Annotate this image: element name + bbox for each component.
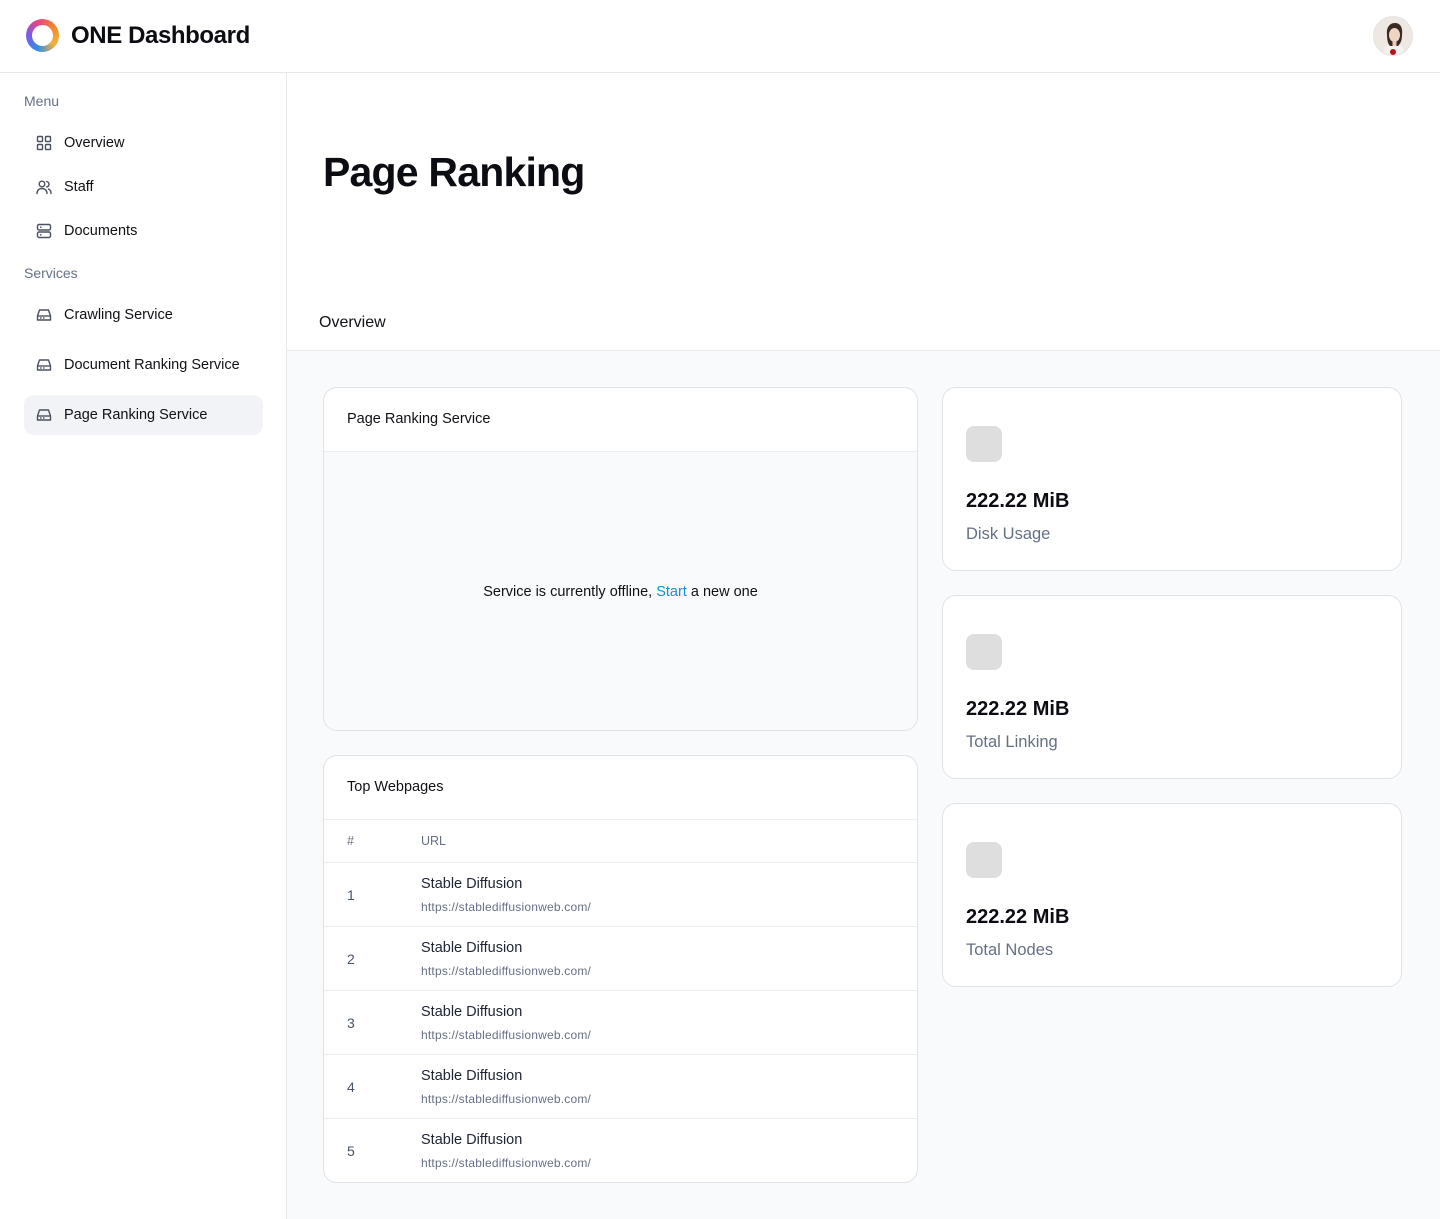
drive-icon xyxy=(36,307,52,323)
ring-logo-icon[interactable] xyxy=(26,19,59,52)
placeholder-icon xyxy=(966,634,1002,670)
sidebar-item-overview[interactable]: Overview xyxy=(24,123,263,163)
sidebar-item-label: Overview xyxy=(64,135,125,151)
stat-card-total-linking: 222.22 MiB Total Linking xyxy=(942,595,1402,779)
sidebar-item-staff[interactable]: Staff xyxy=(24,167,263,207)
status-text-before: Service is currently offline, xyxy=(483,583,657,600)
column-header-url: URL xyxy=(421,834,447,848)
row-rank: 1 xyxy=(347,887,355,903)
top-bar: ONE Dashboard xyxy=(0,0,1440,73)
stat-value: 222.22 MiB xyxy=(966,698,1070,720)
row-page-name: Stable Diffusion xyxy=(421,1068,523,1084)
stat-value: 222.22 MiB xyxy=(966,490,1070,512)
row-page-name: Stable Diffusion xyxy=(421,876,523,892)
stat-card-disk-usage: 222.22 MiB Disk Usage xyxy=(942,387,1402,571)
table-row[interactable]: 3 Stable Diffusion https://stablediffusi… xyxy=(324,991,917,1055)
drive-icon xyxy=(36,407,52,423)
tab-bar: Overview xyxy=(287,301,1440,351)
table-header: # URL xyxy=(324,819,917,863)
table-row[interactable]: 1 Stable Diffusion https://stablediffusi… xyxy=(324,863,917,927)
table-row[interactable]: 5 Stable Diffusion https://stablediffusi… xyxy=(324,1119,917,1182)
placeholder-icon xyxy=(966,842,1002,878)
avatar[interactable] xyxy=(1373,16,1413,56)
start-service-link[interactable]: Start xyxy=(656,584,687,600)
grid-icon xyxy=(36,135,52,151)
card-title: Page Ranking Service xyxy=(347,411,491,427)
content-area: Page Ranking Service Service is currentl… xyxy=(287,351,1440,1219)
stat-label: Total Nodes xyxy=(966,941,1054,959)
sidebar-item-label: Staff xyxy=(64,179,94,195)
row-page-name: Stable Diffusion xyxy=(421,940,523,956)
row-url[interactable]: https://stablediffusionweb.com/ xyxy=(421,1156,591,1170)
sidebar-item-label: Documents xyxy=(64,223,138,239)
card-title: Top Webpages xyxy=(347,779,444,795)
sidebar-section-menu: Menu xyxy=(24,93,60,109)
top-webpages-card: Top Webpages # URL 1 Stable Diffusion ht… xyxy=(323,755,918,1183)
row-rank: 2 xyxy=(347,951,355,967)
stat-card-total-nodes: 222.22 MiB Total Nodes xyxy=(942,803,1402,987)
row-page-name: Stable Diffusion xyxy=(421,1132,523,1148)
placeholder-icon xyxy=(966,426,1002,462)
sidebar-item-label: Crawling Service xyxy=(64,307,173,323)
drive-icon xyxy=(36,357,52,373)
row-rank: 3 xyxy=(347,1015,355,1031)
server-icon xyxy=(36,223,52,239)
row-url[interactable]: https://stablediffusionweb.com/ xyxy=(421,1092,591,1106)
status-text-after: a new one xyxy=(686,583,758,600)
row-rank: 4 xyxy=(347,1079,355,1095)
table-row[interactable]: 4 Stable Diffusion https://stablediffusi… xyxy=(324,1055,917,1119)
user-avatar-image xyxy=(1374,17,1412,55)
sidebar-item-label: Page Ranking Service xyxy=(64,407,208,423)
stat-label: Total Linking xyxy=(966,733,1058,751)
row-url[interactable]: https://stablediffusionweb.com/ xyxy=(421,964,591,978)
main-area: Page Ranking Overview Page Ranking Servi… xyxy=(287,73,1440,1219)
sidebar-item-crawling-service[interactable]: Crawling Service xyxy=(24,295,263,335)
sidebar-item-documents[interactable]: Documents xyxy=(24,211,263,251)
row-url[interactable]: https://stablediffusionweb.com/ xyxy=(421,1028,591,1042)
column-header-rank: # xyxy=(347,834,354,848)
sidebar-item-label: Document Ranking Service xyxy=(64,357,240,373)
row-page-name: Stable Diffusion xyxy=(421,1004,523,1020)
stat-label: Disk Usage xyxy=(966,525,1051,543)
sidebar: Menu Overview Staff Documents Services C… xyxy=(0,73,287,1219)
row-rank: 5 xyxy=(347,1143,355,1159)
table-row[interactable]: 2 Stable Diffusion https://stablediffusi… xyxy=(324,927,917,991)
sidebar-item-page-ranking-service[interactable]: Page Ranking Service xyxy=(24,395,263,435)
app-title[interactable]: ONE Dashboard xyxy=(71,22,250,50)
service-status-card: Page Ranking Service Service is currentl… xyxy=(323,387,918,731)
page-title: Page Ranking xyxy=(323,149,585,195)
service-status-body: Service is currently offline, Start a ne… xyxy=(324,451,917,730)
sidebar-item-document-ranking-service[interactable]: Document Ranking Service xyxy=(24,345,263,385)
sidebar-section-services: Services xyxy=(24,265,78,281)
users-icon xyxy=(36,179,52,195)
stat-value: 222.22 MiB xyxy=(966,906,1070,928)
row-url[interactable]: https://stablediffusionweb.com/ xyxy=(421,900,591,914)
tab-overview[interactable]: Overview xyxy=(319,314,386,332)
